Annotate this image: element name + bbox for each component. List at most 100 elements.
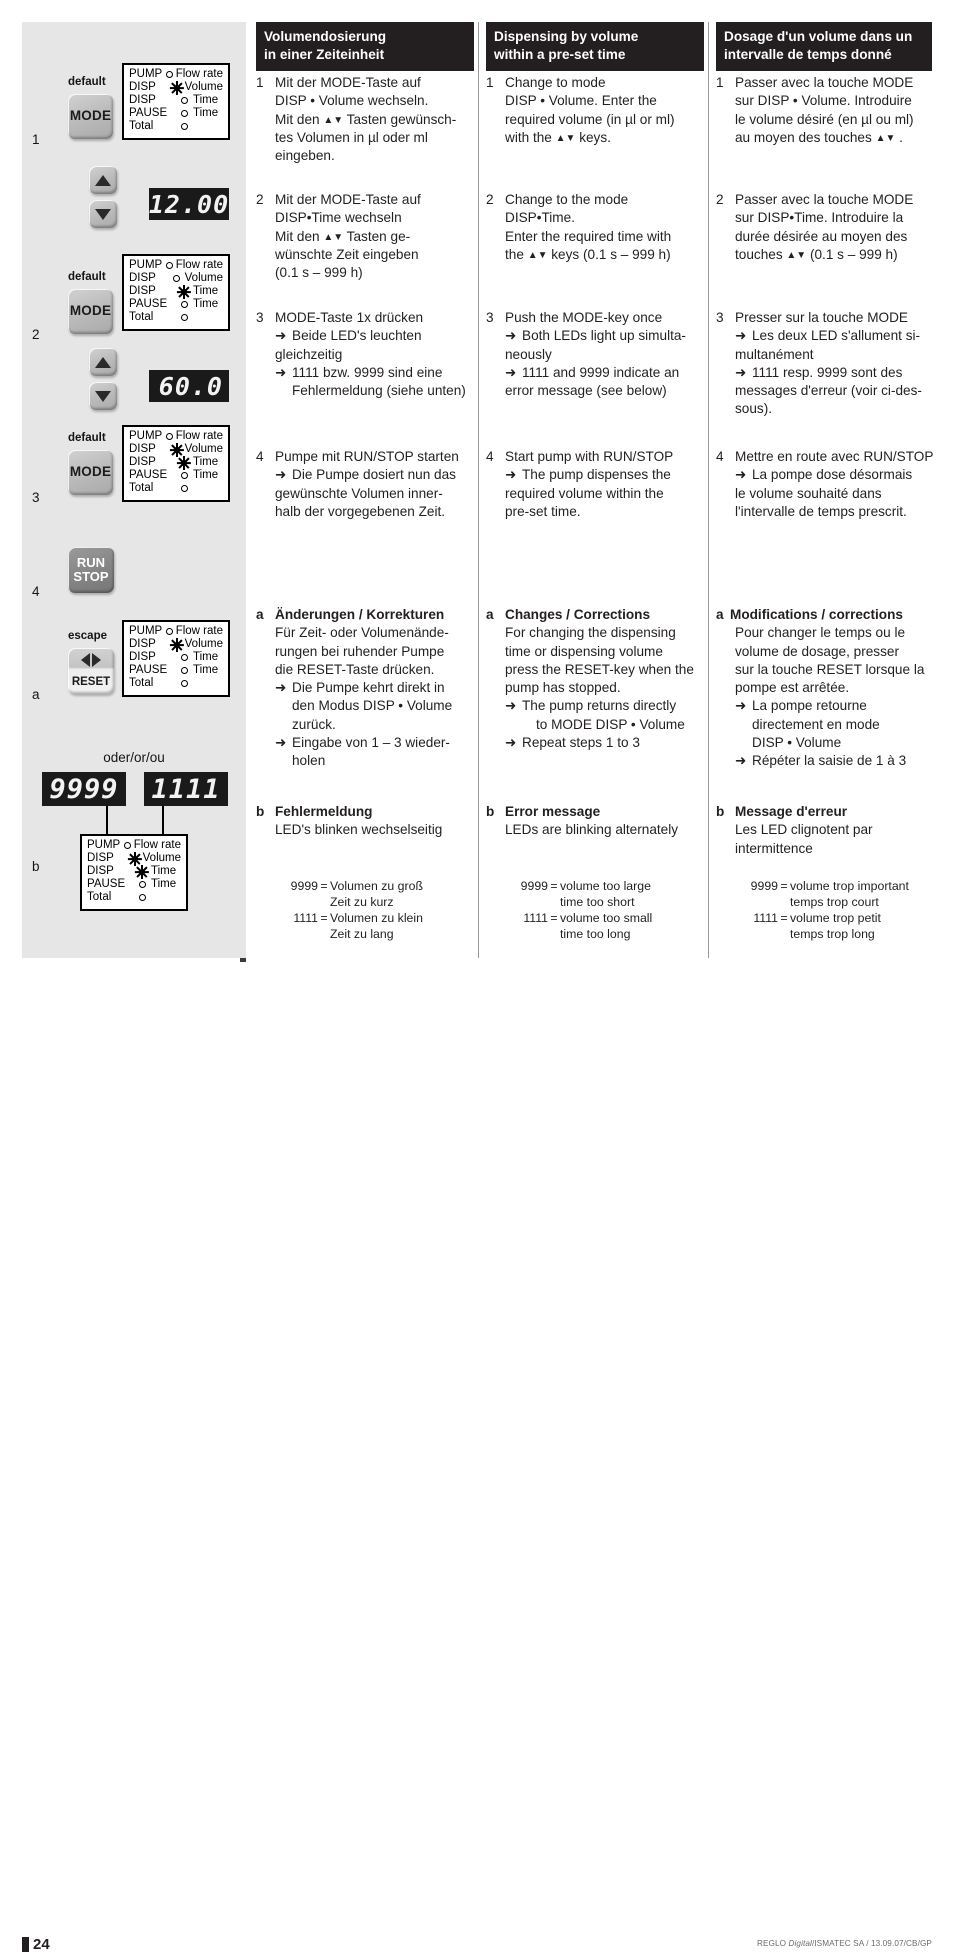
- led-indicator-off: [121, 842, 134, 850]
- fr-section-a-line-2: volume de dosage, presser: [735, 643, 899, 659]
- led-row-pause-time: PAUSE Time: [129, 469, 223, 482]
- led-indicator-on: [133, 864, 151, 879]
- en-error-row-9999: 9999 = volume too large: [486, 879, 704, 895]
- led-label-pause: PAUSE: [129, 298, 168, 311]
- leader-line-left: [106, 806, 108, 835]
- fr-step-3-line-1: Presser sur la touche MODE: [735, 310, 909, 325]
- de-error-high-text-2: Zeit zu kurz: [330, 894, 394, 909]
- de-section-b: b Fehlermeldung LED's blinken wechselsei…: [256, 803, 474, 840]
- led-indicator-off: [175, 110, 193, 118]
- run-stop-button[interactable]: RUN STOP: [68, 547, 114, 593]
- reset-button-label: RESET: [71, 676, 111, 688]
- led-label-disp: DISP: [129, 638, 156, 651]
- de-step-3-line-2: gleichzeitig: [275, 346, 343, 362]
- fr-section-a-arrow-2: ➜ Répéter la saisie de 1 à 3: [730, 752, 944, 770]
- fr-error-row-9999: 9999 = volume trop important: [716, 879, 944, 895]
- mode-button-2[interactable]: MODE: [68, 289, 113, 334]
- right-arrow-icon: ➜: [735, 698, 747, 714]
- de-step-3: 3 MODE-Taste 1x drücken ➜ Beide LED's leu…: [256, 309, 474, 400]
- fr-step-3-arrow-1: ➜ Les deux LED s'allument si-: [735, 327, 944, 345]
- de-step-2-line-2: DISP•Time wechseln: [275, 210, 402, 226]
- mode-button-3[interactable]: MODE: [68, 450, 113, 495]
- de-step-1-line-3: Mit den ▲▼ Tasten gewünsch-: [275, 111, 457, 127]
- reset-button[interactable]: RESET: [68, 648, 114, 694]
- fr-error-low-text-1: volume trop petit: [790, 910, 881, 925]
- led-label-time: Time: [193, 664, 219, 677]
- fr-section-b-line-1: Les LED clignotent par: [735, 822, 873, 838]
- page-number-marker: [22, 1937, 29, 1952]
- fr-error-equals: =: [780, 910, 788, 925]
- en-step-1-marker: 1: [486, 75, 494, 90]
- led-indicator-off: [133, 881, 151, 889]
- lcd-value-volume: 12.00: [148, 189, 230, 219]
- led-indicator-off: [175, 301, 193, 309]
- de-section-a-arrow-1: ➜ Die Pumpe kehrt direkt in den Modus DISP…: [275, 679, 474, 734]
- en-step-3-marker: 3: [486, 310, 494, 325]
- en-section-a: a Changes / Corrections For changing the…: [486, 606, 704, 752]
- step-number-1: 1: [32, 132, 40, 147]
- led-label-total: Total: [129, 482, 154, 495]
- led-row-disp-volume: DISP Volume: [87, 851, 181, 866]
- lcd-value-error-low: 1111: [151, 773, 221, 805]
- right-arrow-icon: ➜: [505, 734, 517, 750]
- led-row-pump-flow: PUMP Flow rate: [129, 68, 223, 81]
- en-step-2-marker: 2: [486, 192, 494, 207]
- led-indicator-off: [175, 123, 193, 131]
- led-indicator-off: [163, 433, 176, 441]
- fr-step-4: 4 Mettre en route avec RUN/STOP ➜ La pomp…: [716, 448, 944, 521]
- led-row-disp-volume: DISP Volume: [129, 272, 223, 285]
- fr-step-2-line-2: sur DISP•Time. Introduire la: [735, 210, 904, 226]
- en-error-high-text-1: volume too large: [560, 879, 651, 893]
- leader-line-right: [162, 806, 164, 835]
- fr-step-3-line-3: messages d'erreur (voir ci-des-: [735, 383, 922, 399]
- led-row-total: Total: [129, 482, 223, 495]
- de-step-4-line-1: Pumpe mit RUN/STOP starten: [275, 449, 459, 464]
- fr-step-1-line-2: sur DISP • Volume. Introduire: [735, 93, 912, 109]
- de-step-3-arrow-1: ➜ Beide LED's leuchten: [275, 327, 474, 345]
- escape-label: escape: [68, 630, 108, 642]
- en-step-1-line-3: required volume (in µl or ml): [505, 111, 675, 127]
- led-label-time: Time: [193, 298, 219, 311]
- led-row-total: Total: [129, 677, 223, 690]
- led-label-time: Time: [193, 456, 219, 469]
- en-step-1-line-4: with the ▲▼ keys.: [505, 129, 611, 145]
- led-row-total: Total: [87, 891, 181, 904]
- led-label-total: Total: [129, 120, 154, 133]
- led-panel-step-3: PUMP Flow rate DISP Volume DISP Time PAU…: [122, 425, 230, 502]
- de-step-1-line-1: Mit der MODE-Taste auf: [275, 75, 421, 90]
- led-panel-step-b: PUMP Flow rate DISP Volume DISP Time PAU…: [80, 834, 188, 911]
- de-step-1-line-4: tes Volumen in µl oder ml: [275, 129, 428, 145]
- en-section-b: b Error message LEDs are blinking altern…: [486, 803, 704, 840]
- led-label-time: Time: [193, 94, 219, 107]
- de-error-table: 9999 = Volumen zu groß Zeit zu kurz 1111…: [256, 879, 474, 943]
- de-section-a-line-3: die RESET-Taste drücken.: [275, 661, 435, 677]
- en-step-3: 3 Push the MODE-key once ➜ Both LEDs ligh…: [486, 309, 704, 400]
- led-label-disp: DISP: [129, 285, 156, 298]
- led-row-disp-time: DISP Time: [87, 864, 181, 879]
- led-label-time: Time: [193, 285, 219, 298]
- down-arrow-button-2[interactable]: [89, 382, 117, 410]
- en-step-1-line-1: Change to mode: [505, 75, 606, 90]
- en-step-4-line-2: required volume within the: [505, 485, 664, 501]
- document-credit: REGLO Digital/ISMATEC SA / 13.09.07/CB/G…: [756, 1939, 932, 1948]
- led-row-disp-time: DISP Time: [129, 651, 223, 664]
- up-arrow-button-1[interactable]: [89, 166, 117, 194]
- fr-step-3-arrow-2: ➜ 1111 resp. 9999 sont des: [735, 364, 944, 382]
- fr-step-3-line-4: sous).: [735, 401, 773, 417]
- led-indicator-off: [175, 485, 193, 493]
- de-section-a-line-1: Für Zeit- oder Volumenände-: [275, 625, 449, 641]
- fr-error-low-text-2: temps trop long: [790, 926, 875, 941]
- en-error-low-text-1: volume too small: [560, 910, 653, 925]
- fr-section-a-arrow-1: ➜ La pompe retourne directement en mode DIS…: [730, 697, 944, 752]
- mode-button-1[interactable]: MODE: [68, 94, 113, 139]
- de-step-4-marker: 4: [256, 449, 264, 464]
- fr-section-a-line-1: Pour changer le temps ou le: [735, 625, 906, 641]
- en-step-1: 1 Change to mode DISP • Volume. Enter th…: [486, 74, 704, 147]
- led-row-pump-flow: PUMP Flow rate: [129, 259, 223, 272]
- led-label-pump: PUMP: [129, 430, 163, 442]
- up-arrow-button-2[interactable]: [89, 348, 117, 376]
- led-indicator-off: [163, 71, 176, 79]
- fr-section-b-title: Message d'erreur: [735, 804, 848, 819]
- fr-step-4-line-2: le volume souhaité dans: [735, 485, 882, 501]
- down-arrow-button-1[interactable]: [89, 200, 117, 228]
